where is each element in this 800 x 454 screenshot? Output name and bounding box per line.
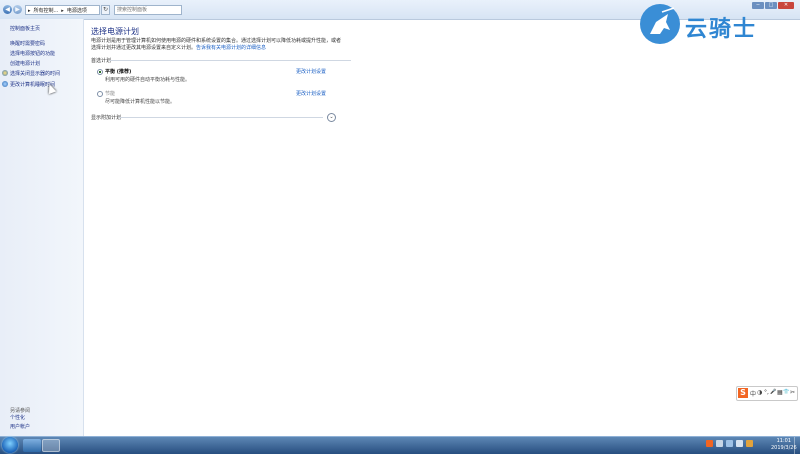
plan-name: 平衡 (推荐) [105, 69, 132, 75]
intro-text: 电源计划是用于管理计算机如何使用电源的硬件和系统设置的集合。通过选择计划可以降低… [91, 38, 341, 52]
left-pane: 控制面板主页 唤醒时需要密码 选择电源按钮的功能 创建电源计划 选择关闭显示器的… [0, 19, 84, 436]
clock-date: 2019/3/26 [771, 445, 797, 451]
sidebar-item-create-plan[interactable]: 创建电源计划 [10, 60, 40, 67]
skin-icon[interactable]: 👕 [783, 389, 789, 395]
microphone-icon[interactable]: 🎤 [770, 389, 776, 395]
plan-radio[interactable] [97, 90, 103, 97]
plan-radio-selected[interactable] [97, 68, 103, 75]
network-icon[interactable] [726, 440, 733, 447]
plan-description: 尽可能降低计算机性能以节能。 [105, 99, 176, 105]
sidebar-item-power-button[interactable]: 选择电源按钮的功能 [10, 50, 55, 57]
keyboard-tray-icon[interactable] [716, 440, 723, 447]
taskbar: 11:01 2019/3/26 [0, 436, 800, 454]
moon-icon[interactable]: ◑ [757, 389, 762, 396]
keyboard-icon[interactable]: ▦ [777, 389, 783, 396]
see-also-heading: 另请参阅 [10, 408, 31, 414]
change-plan-settings-link[interactable]: 更改计划设置 [296, 90, 326, 97]
volume-icon[interactable] [736, 440, 743, 447]
plan-description: 利用可用的硬件自动平衡功耗与性能。 [105, 77, 191, 83]
knight-logo-icon [640, 4, 680, 44]
sleep-moon-icon [2, 81, 8, 87]
section-divider [109, 60, 351, 61]
clock-time: 11:01 [776, 438, 792, 444]
watermark-text: 云骑士 [685, 17, 758, 42]
plan-balanced[interactable]: 平衡 (推荐) 利用可用的硬件自动平衡功耗与性能。 [97, 68, 190, 83]
show-additional-plans-label: 显示附加计划 [91, 115, 122, 121]
control-panel-home-link[interactable]: 控制面板主页 [10, 25, 40, 32]
change-plan-settings-link[interactable]: 更改计划设置 [296, 68, 326, 75]
plan-name: 节能 [105, 91, 116, 97]
display-shield-icon [2, 70, 8, 76]
breadcrumb-arrow: ▸ [61, 8, 64, 14]
main-content: 选择电源计划 电源计划是用于管理计算机如何使用电源的硬件和系统设置的集合。通过选… [91, 19, 351, 129]
breadcrumb[interactable]: ▸ 所有控制... ▸ 电源选项 [25, 5, 100, 15]
punctuation-icon[interactable]: °, [764, 389, 769, 396]
plan-power-saver[interactable]: 节能 尽可能降低计算机性能以节能。 [97, 90, 175, 105]
back-button[interactable]: ◀ [3, 5, 12, 14]
breadcrumb-item-control-panel[interactable]: 所有控制... [34, 8, 59, 14]
see-also-user-accounts[interactable]: 用户帐户 [10, 423, 30, 430]
search-box[interactable] [114, 5, 185, 15]
show-additional-plans[interactable]: 显示附加计划 ⌄ [91, 113, 336, 122]
refresh-button[interactable]: ↻ [101, 5, 110, 15]
watermark-logo: 云骑士 [640, 4, 790, 46]
taskbar-app-explorer-icon[interactable] [23, 439, 41, 452]
taskbar-app-control-panel-icon[interactable] [42, 439, 60, 452]
start-button[interactable] [2, 437, 18, 453]
chevron-down-icon[interactable]: ⌄ [327, 113, 336, 122]
preferred-plans-heading: 首选计划 [91, 58, 112, 64]
sidebar-item-display-off[interactable]: 选择关闭显示器的时间 [10, 70, 60, 77]
ime-chinese-mode[interactable]: 中 [750, 389, 756, 398]
forward-button[interactable]: ▶ [13, 5, 22, 14]
breadcrumb-item-power-options[interactable]: 电源选项 [67, 8, 87, 14]
show-desktop-button[interactable] [794, 437, 800, 454]
sogou-icon[interactable]: S [738, 388, 748, 398]
section-divider [119, 117, 323, 118]
flag-icon[interactable] [746, 440, 753, 447]
page-title: 选择电源计划 [91, 27, 139, 36]
tools-icon[interactable]: ✂ [790, 389, 795, 396]
system-tray [706, 440, 756, 451]
sidebar-item-require-password[interactable]: 唤醒时需要密码 [10, 40, 45, 47]
search-input[interactable] [115, 6, 185, 14]
breadcrumb-arrow: ▸ [28, 8, 31, 14]
clock[interactable]: 11:01 2019/3/26 [771, 438, 797, 452]
see-also-personalization[interactable]: 个性化 [10, 414, 25, 421]
ime-toolbar[interactable]: S 中 ◑ °, 🎤 ▦ 👕 ✂ [736, 386, 798, 401]
power-plan-info-link[interactable]: 告诉我有关电源计划的详细信息 [196, 45, 266, 51]
sogou-tray-icon[interactable] [706, 440, 713, 447]
